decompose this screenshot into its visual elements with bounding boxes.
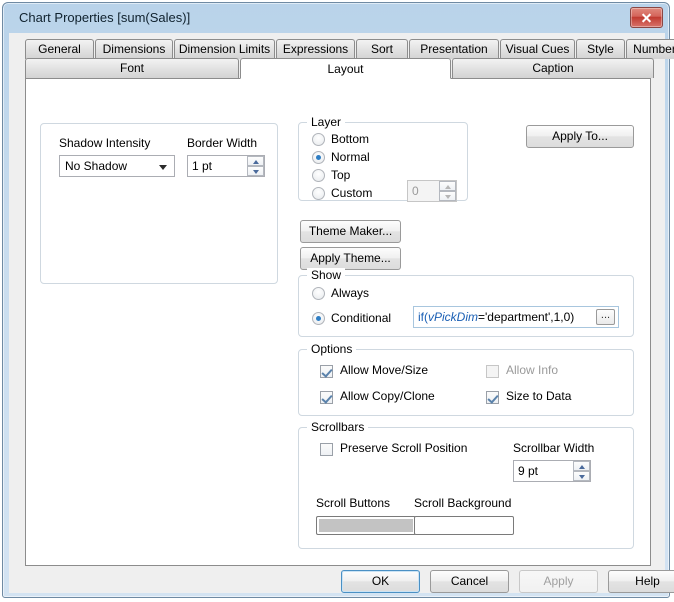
scrollbar-width-stepper[interactable]: [573, 461, 590, 481]
shadow-intensity-label: Shadow Intensity: [59, 136, 151, 150]
layer-custom-stepper[interactable]: [439, 181, 456, 201]
tab-general[interactable]: General: [25, 39, 94, 59]
help-button[interactable]: Help: [608, 570, 674, 593]
tab-row-primary: General Dimensions Dimension Limits Expr…: [25, 39, 674, 59]
stepper-up-icon[interactable]: [247, 156, 264, 166]
radio-layer-normal-label: Normal: [331, 150, 370, 164]
checkbox-size-to-data-label: Size to Data: [506, 389, 572, 403]
apply-theme-button[interactable]: Apply Theme...: [300, 247, 401, 270]
scrollbar-width-label: Scrollbar Width: [513, 441, 595, 455]
border-width-input[interactable]: 1 pt: [187, 155, 265, 177]
radio-layer-top-label: Top: [331, 168, 351, 182]
tab-expressions[interactable]: Expressions: [276, 39, 355, 59]
scrollbar-width-input[interactable]: 9 pt: [513, 460, 591, 482]
tab-number[interactable]: Number: [626, 39, 674, 59]
stepper-down-icon[interactable]: [439, 191, 456, 201]
show-group-title: Show: [307, 268, 346, 282]
stepper-up-icon[interactable]: [573, 461, 590, 471]
shadow-intensity-value: No Shadow: [65, 159, 128, 173]
close-icon[interactable]: [630, 7, 663, 28]
checkbox-allow-copy-clone[interactable]: [320, 391, 333, 404]
window-title: Chart Properties [sum(Sales)]: [19, 10, 191, 25]
border-width-value: 1 pt: [192, 159, 213, 173]
tab-style[interactable]: Style: [576, 39, 625, 59]
radio-layer-bottom[interactable]: [312, 133, 325, 146]
scrollbars-group: Scrollbars Preserve Scroll Position Scro…: [298, 420, 634, 549]
tab-sort[interactable]: Sort: [356, 39, 408, 59]
scroll-background-label: Scroll Background: [414, 496, 512, 510]
theme-maker-button[interactable]: Theme Maker...: [300, 220, 401, 243]
scroll-buttons-color-swatch[interactable]: [316, 516, 416, 535]
expression-variable: vPickDim: [428, 310, 478, 324]
stepper-up-icon[interactable]: [439, 181, 456, 191]
radio-layer-top[interactable]: [312, 169, 325, 182]
options-group-title: Options: [307, 342, 357, 356]
stepper-down-icon[interactable]: [247, 166, 264, 176]
stepper-down-icon[interactable]: [573, 471, 590, 481]
tab-font[interactable]: Font: [25, 58, 239, 78]
radio-layer-normal[interactable]: [312, 151, 325, 164]
radio-show-conditional-label: Conditional: [331, 311, 392, 325]
tab-dimension-limits[interactable]: Dimension Limits: [174, 39, 275, 59]
chart-properties-dialog: Chart Properties [sum(Sales)] General Di…: [2, 2, 674, 598]
layout-tab-panel: Shadow Intensity No Shadow Border Width …: [25, 78, 651, 566]
apply-button: Apply: [519, 570, 598, 593]
scroll-buttons-label: Scroll Buttons: [316, 496, 391, 510]
checkbox-allow-info[interactable]: [486, 365, 499, 378]
checkbox-allow-info-label: Allow Info: [506, 363, 559, 377]
tab-caption[interactable]: Caption: [452, 58, 654, 78]
radio-layer-custom[interactable]: [312, 187, 325, 200]
apply-to-button[interactable]: Apply To...: [526, 125, 634, 148]
radio-show-always[interactable]: [312, 287, 325, 300]
show-conditional-expression-input[interactable]: if(vPickDim='department',1,0) ...: [413, 306, 619, 328]
chevron-down-icon: [159, 165, 167, 170]
tab-visual-cues[interactable]: Visual Cues: [500, 39, 575, 59]
radio-layer-custom-label: Custom: [331, 186, 373, 200]
checkbox-allow-copy-clone-label: Allow Copy/Clone: [340, 389, 435, 403]
cancel-button[interactable]: Cancel: [430, 570, 509, 593]
scrollbars-group-title: Scrollbars: [307, 420, 369, 434]
checkbox-allow-move-size-label: Allow Move/Size: [340, 363, 429, 377]
tab-layout[interactable]: Layout: [240, 58, 451, 79]
checkbox-size-to-data[interactable]: [486, 391, 499, 404]
layer-group-title: Layer: [307, 115, 346, 129]
expression-rest: ='department',1,0): [478, 310, 575, 324]
radio-show-always-label: Always: [331, 286, 370, 300]
border-width-label: Border Width: [187, 136, 258, 150]
appearance-group: Shadow Intensity No Shadow Border Width …: [40, 123, 278, 284]
scrollbar-width-value: 9 pt: [518, 464, 539, 478]
tab-dimensions[interactable]: Dimensions: [95, 39, 173, 59]
title-bar: Chart Properties [sum(Sales)]: [3, 3, 669, 33]
layer-custom-input[interactable]: 0: [407, 180, 457, 202]
checkbox-preserve-scroll-position-label: Preserve Scroll Position: [340, 441, 468, 455]
expression-browse-button[interactable]: ...: [596, 309, 615, 325]
checkbox-allow-move-size[interactable]: [320, 365, 333, 378]
ok-button[interactable]: OK: [341, 570, 420, 593]
scroll-background-color-swatch[interactable]: [414, 516, 514, 535]
expression-keyword: if(: [418, 310, 428, 324]
dialog-client-area: General Dimensions Dimension Limits Expr…: [9, 33, 674, 593]
radio-show-conditional[interactable]: [312, 312, 325, 325]
checkbox-preserve-scroll-position[interactable]: [320, 443, 333, 456]
options-group: Options Allow Move/Size Allow Info Allow…: [298, 342, 634, 416]
border-width-stepper[interactable]: [247, 156, 264, 176]
radio-layer-bottom-label: Bottom: [331, 132, 370, 146]
layer-group: Layer Bottom Normal Top Custom 0: [298, 115, 468, 202]
layer-custom-value: 0: [412, 184, 419, 198]
tab-presentation[interactable]: Presentation: [409, 39, 499, 59]
show-group: Show Always Conditional if(vPickDim='dep…: [298, 268, 634, 337]
tab-row-secondary: Font Layout Caption: [25, 58, 655, 79]
shadow-intensity-dropdown[interactable]: No Shadow: [59, 155, 175, 177]
